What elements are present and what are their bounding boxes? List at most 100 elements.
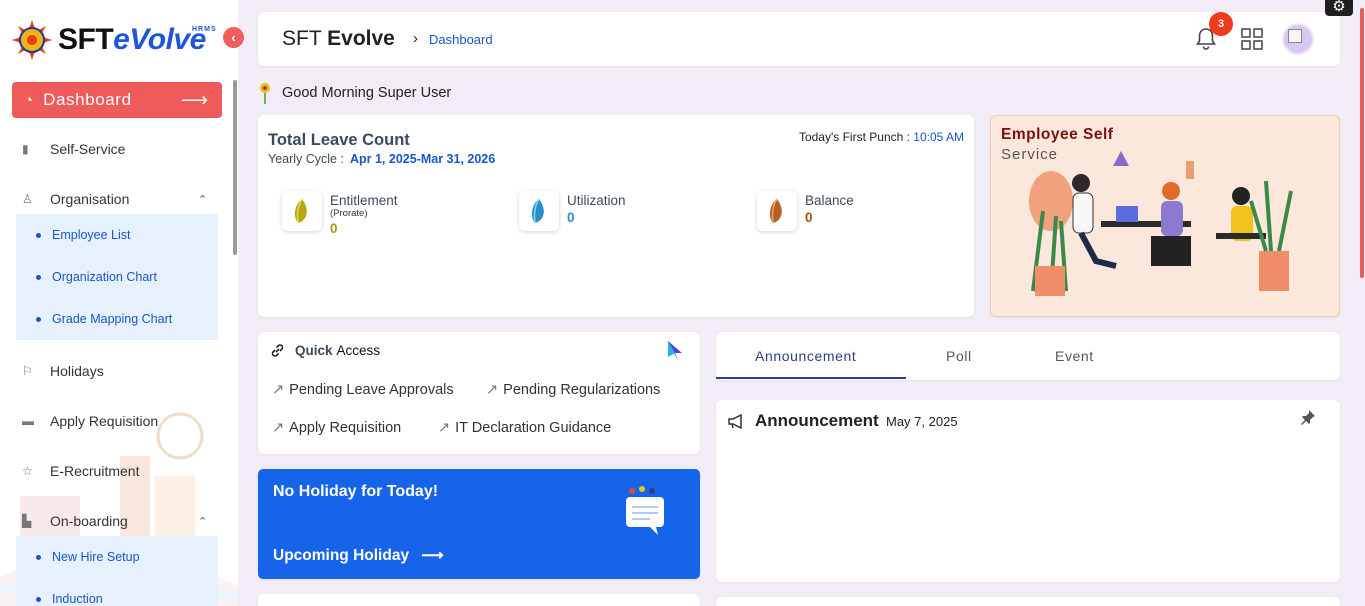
subitem-label: New Hire Setup bbox=[52, 550, 140, 564]
breadcrumb[interactable]: Dashboard bbox=[429, 32, 493, 47]
pin-icon[interactable] bbox=[1300, 409, 1316, 425]
page-title: SFT Evolve bbox=[282, 27, 395, 50]
sidebar-item-apply-requisition[interactable]: ▬ Apply Requisition bbox=[22, 413, 158, 429]
tab-announcement[interactable]: Announcement bbox=[755, 348, 856, 364]
arrow-up-right-icon: ↗ bbox=[438, 420, 451, 436]
chevron-up-icon: ⌃ bbox=[198, 515, 208, 528]
leave-stat-entitlement: Entitlement (Prorate) 0 bbox=[282, 191, 398, 236]
active-tab-indicator bbox=[716, 377, 906, 379]
chevron-up-icon: ⌃ bbox=[198, 193, 208, 206]
holiday-title: No Holiday for Today! bbox=[273, 483, 439, 500]
yearly-cycle: Yearly Cycle : Apr 1, 2025-Mar 31, 2026 bbox=[268, 152, 496, 166]
sidebar-item-label: E-Recruitment bbox=[50, 463, 140, 479]
collapse-sidebar-button[interactable]: ‹ bbox=[223, 27, 244, 48]
subitem-label: Employee List bbox=[52, 228, 131, 242]
stat-name: Balance bbox=[805, 193, 854, 208]
sidebar-item-dashboard[interactable]: ◔ Dashboard ⟶ bbox=[12, 82, 222, 118]
sidebar-item-on-boarding[interactable]: ▙ On-boarding ⌃ bbox=[22, 513, 222, 529]
arrow-right-icon: ⟶ bbox=[421, 547, 444, 564]
sidebar-item-label: Self-Service bbox=[50, 141, 126, 157]
upcoming-holiday-link[interactable]: Upcoming Holiday ⟶ bbox=[273, 546, 444, 565]
sidebar-item-label: On-boarding bbox=[50, 513, 128, 529]
sidebar-item-label: Holidays bbox=[50, 363, 104, 379]
sidebar-item-label: Organisation bbox=[50, 191, 130, 207]
quick-link-pending-regularizations[interactable]: ↗ Pending Regularizations bbox=[486, 382, 660, 398]
upcoming-holiday-label: Upcoming Holiday bbox=[273, 547, 410, 564]
sidebar-scrollbar[interactable] bbox=[233, 80, 237, 255]
holiday-card: No Holiday for Today! Upcoming Holiday ⟶ bbox=[258, 469, 700, 579]
quick-access-label-b: Access bbox=[336, 343, 381, 358]
sidebar-item-self-service[interactable]: ▮ Self-Service bbox=[22, 141, 125, 157]
link-icon bbox=[271, 344, 284, 357]
sidebar-item-e-recruitment[interactable]: ☆ E-Recruitment bbox=[22, 463, 139, 479]
star-icon: ☆ bbox=[22, 464, 33, 478]
first-punch: Today's First Punch : 10:05 AM bbox=[798, 130, 964, 144]
organisation-submenu: Employee List Organization Chart Grade M… bbox=[16, 214, 218, 340]
leaf-icon bbox=[757, 191, 797, 231]
stat-sub: (Prorate) bbox=[330, 208, 368, 219]
arrow-right-icon: ⟶ bbox=[180, 90, 208, 111]
top-header: SFT Evolve › Dashboard 3 bbox=[258, 12, 1340, 66]
quick-link-pending-leave-approvals[interactable]: ↗ Pending Leave Approvals bbox=[272, 382, 454, 398]
announcement-card: Announcement May 7, 2025 bbox=[716, 400, 1340, 582]
avatar[interactable] bbox=[1282, 23, 1314, 55]
sidebar-subitem-induction[interactable]: Induction bbox=[36, 592, 103, 606]
gear-icon[interactable]: ⚙ bbox=[1325, 0, 1353, 16]
employee-self-service-card[interactable]: Employee Self Service bbox=[990, 115, 1340, 317]
flag-icon: ⚐ bbox=[22, 364, 33, 378]
chevron-right-icon: › bbox=[413, 30, 418, 47]
quick-access-label-a: Quick bbox=[295, 343, 333, 358]
sunflower-icon bbox=[260, 83, 270, 104]
quick-link-label: IT Declaration Guidance bbox=[455, 420, 612, 436]
page-scrollbar[interactable] bbox=[1360, 8, 1364, 278]
quick-link-label: Apply Requisition bbox=[289, 420, 402, 436]
sun-logo-icon bbox=[12, 20, 52, 60]
user-icon: ♙ bbox=[22, 192, 33, 206]
apps-grid-icon[interactable] bbox=[1241, 28, 1263, 50]
arrow-up-right-icon: ↗ bbox=[272, 420, 285, 436]
arrow-up-right-icon: ↗ bbox=[272, 382, 285, 398]
sidebar-subitem-grade-mapping-chart[interactable]: Grade Mapping Chart bbox=[36, 312, 172, 326]
quick-access-card: Quick Access ↗ Pending Leave Approvals ↗ P… bbox=[258, 332, 700, 454]
stat-name: Entitlement bbox=[330, 193, 398, 208]
arrow-up-right-icon: ↗ bbox=[486, 382, 499, 398]
cursor-icon bbox=[668, 341, 682, 361]
subitem-label: Grade Mapping Chart bbox=[52, 312, 173, 326]
onboarding-submenu: New Hire Setup Induction bbox=[16, 536, 218, 606]
bullet-icon bbox=[36, 554, 41, 560]
sidebar-subitem-employee-list[interactable]: Employee List bbox=[36, 228, 131, 242]
bullet-icon bbox=[36, 596, 41, 602]
message-icon bbox=[626, 486, 664, 535]
card-title: Total Leave Count bbox=[268, 131, 410, 149]
quick-link-it-declaration-guidance[interactable]: ↗ IT Declaration Guidance bbox=[438, 420, 611, 436]
bottom-card-right bbox=[716, 597, 1340, 606]
sidebar-item-label: Apply Requisition bbox=[50, 413, 159, 429]
quick-link-apply-requisition[interactable]: ↗ Apply Requisition bbox=[272, 420, 401, 436]
broken-image-icon bbox=[1288, 29, 1302, 43]
leaf-icon bbox=[282, 191, 322, 231]
bullet-icon bbox=[36, 274, 41, 280]
tab-event[interactable]: Event bbox=[1055, 348, 1094, 364]
sidebar-item-organisation[interactable]: ♙ Organisation ⌃ bbox=[22, 191, 222, 207]
speedometer-icon: ◔ bbox=[24, 91, 34, 109]
notification-badge: 3 bbox=[1209, 12, 1233, 36]
leave-stat-balance: Balance 0 bbox=[757, 191, 854, 231]
leave-count-card: Total Leave Count Yearly Cycle : Apr 1, 2… bbox=[258, 115, 974, 317]
tab-poll[interactable]: Poll bbox=[946, 348, 972, 364]
subitem-label: Organization Chart bbox=[52, 270, 157, 284]
sidebar-item-label: Dashboard bbox=[43, 90, 132, 109]
sidebar: SFTeVolve HRMS ◔ Dashboard ⟶ ▮ Self-Serv… bbox=[0, 0, 238, 606]
sidebar-subitem-new-hire-setup[interactable]: New Hire Setup bbox=[36, 550, 140, 564]
announcement-title: Announcement bbox=[755, 411, 879, 430]
brand-logo[interactable]: SFTeVolve HRMS bbox=[12, 14, 216, 66]
sidebar-subitem-organization-chart[interactable]: Organization Chart bbox=[36, 270, 157, 284]
bottom-card-left bbox=[258, 594, 700, 606]
megaphone-icon bbox=[728, 414, 742, 429]
bullet-icon bbox=[36, 232, 41, 238]
brand-name: SFTeVolve bbox=[58, 23, 206, 56]
quick-access-header: Quick Access bbox=[270, 343, 380, 358]
briefcase-icon: ▬ bbox=[22, 414, 34, 428]
sidebar-item-holidays[interactable]: ⚐ Holidays bbox=[22, 363, 104, 379]
subitem-label: Induction bbox=[52, 592, 103, 606]
announcement-tabs: Announcement Poll Event bbox=[716, 332, 1340, 380]
